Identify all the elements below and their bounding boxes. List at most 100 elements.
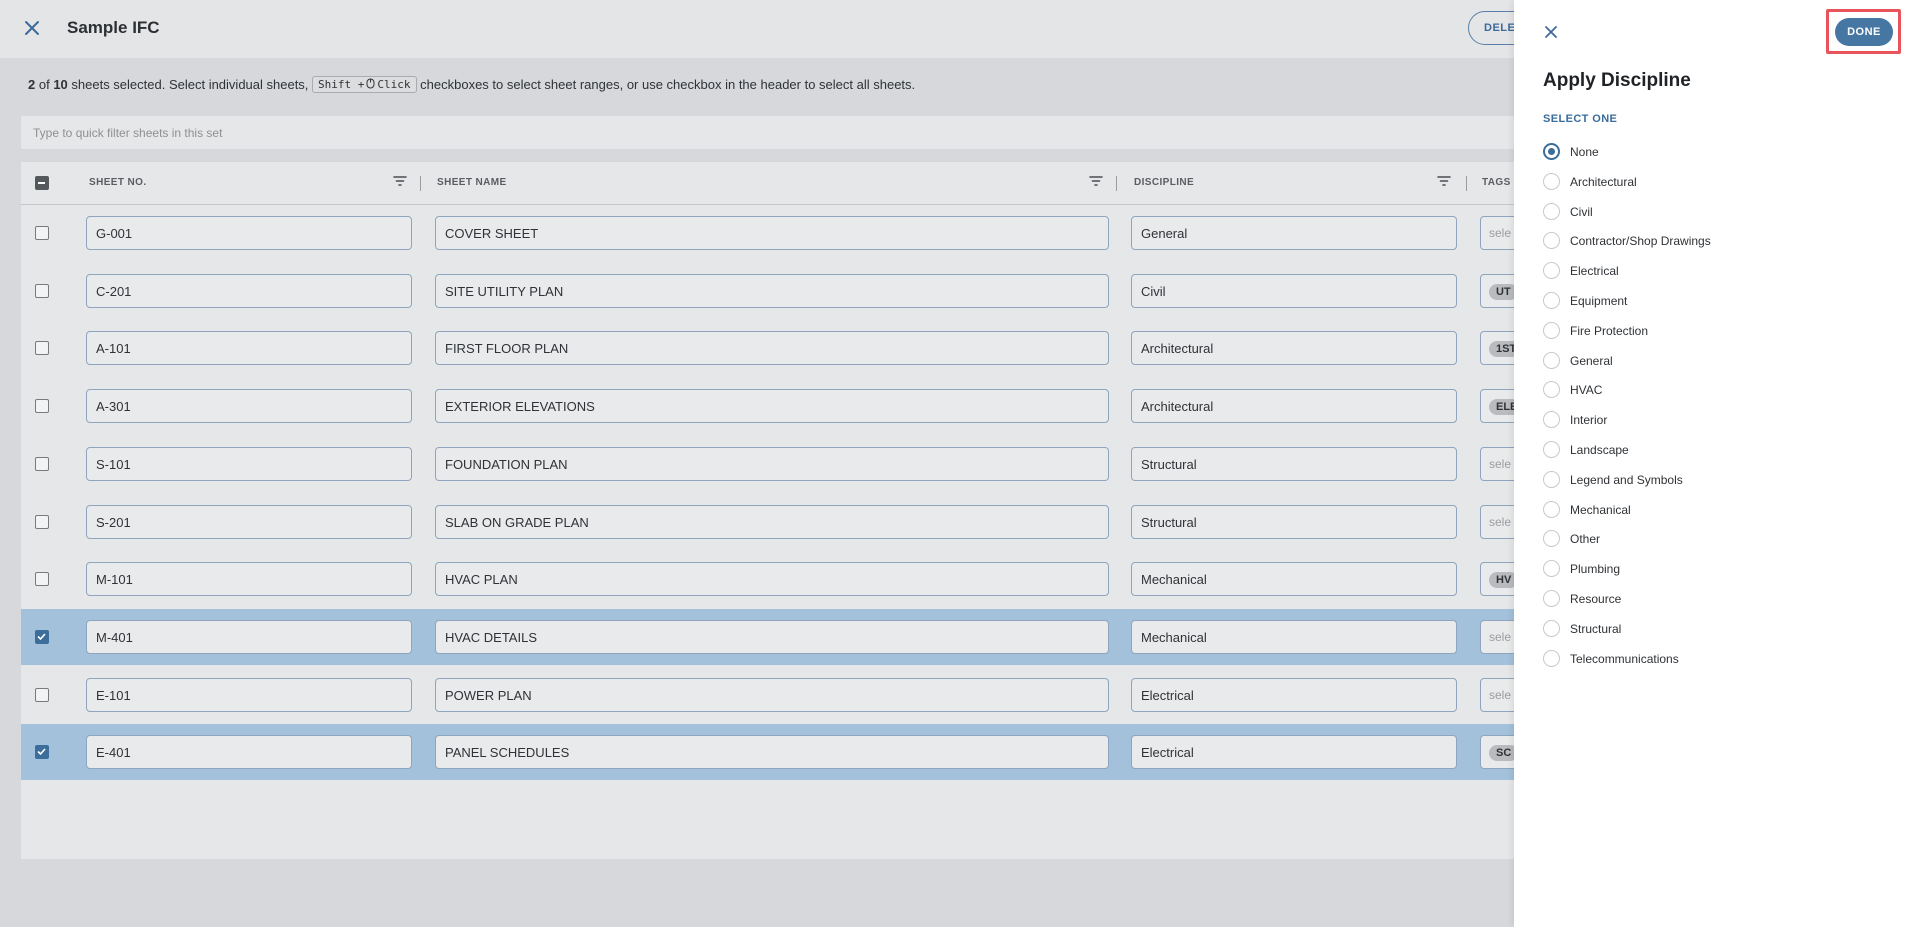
discipline-option[interactable]: Contractor/Shop Drawings xyxy=(1543,229,1903,259)
close-icon[interactable] xyxy=(22,18,42,38)
table-row[interactable]: M-401 HVAC DETAILS Mechanical sele xyxy=(21,608,1514,665)
column-separator[interactable] xyxy=(420,176,421,191)
discipline-option[interactable]: General xyxy=(1543,349,1903,379)
discipline-option[interactable]: Plumbing xyxy=(1543,557,1903,587)
sheet-no-field[interactable]: M-101 xyxy=(86,562,412,597)
tags-field[interactable]: SC xyxy=(1480,735,1514,770)
discipline-option[interactable]: Civil xyxy=(1543,200,1903,230)
radio-button[interactable] xyxy=(1543,411,1560,429)
column-header-discipline[interactable]: DISCIPLINE xyxy=(1134,177,1194,188)
table-row[interactable]: A-101 FIRST FLOOR PLAN Architectural 1ST xyxy=(21,320,1514,376)
discipline-option[interactable]: Electrical xyxy=(1543,259,1903,289)
tags-field[interactable]: sele xyxy=(1480,446,1514,481)
close-icon[interactable] xyxy=(1543,24,1559,40)
row-checkbox[interactable] xyxy=(35,283,49,298)
row-checkbox[interactable] xyxy=(35,226,49,240)
radio-button[interactable] xyxy=(1543,500,1560,518)
radio-button[interactable] xyxy=(1543,619,1560,637)
discipline-option[interactable]: None xyxy=(1543,140,1903,170)
delete-button[interactable]: DELETE xyxy=(1468,11,1514,45)
radio-button[interactable] xyxy=(1543,202,1560,220)
done-button[interactable]: DONE xyxy=(1835,18,1893,46)
discipline-field[interactable]: Mechanical xyxy=(1131,562,1457,597)
discipline-field[interactable]: Structural xyxy=(1131,504,1457,539)
tags-field[interactable]: sele xyxy=(1480,216,1514,250)
discipline-field[interactable]: Electrical xyxy=(1131,735,1457,770)
discipline-field[interactable]: Civil xyxy=(1131,273,1457,308)
radio-button[interactable] xyxy=(1543,321,1560,339)
discipline-field[interactable]: Electrical xyxy=(1131,677,1457,712)
row-checkbox[interactable] xyxy=(35,745,49,760)
column-separator[interactable] xyxy=(1116,176,1117,191)
column-header-tags[interactable]: TAGS xyxy=(1482,177,1511,188)
sheet-no-field[interactable]: E-401 xyxy=(86,735,412,770)
table-row[interactable]: C-201 SITE UTILITY PLAN Civil UT xyxy=(21,263,1514,319)
tags-field[interactable]: sele xyxy=(1480,677,1514,712)
discipline-option[interactable]: Other xyxy=(1543,527,1903,557)
discipline-option[interactable]: Fire Protection xyxy=(1543,319,1903,349)
sheet-name-field[interactable]: PANEL SCHEDULES xyxy=(435,735,1109,770)
sheet-name-field[interactable]: HVAC DETAILS xyxy=(435,619,1109,654)
radio-button[interactable] xyxy=(1543,172,1560,190)
row-checkbox[interactable] xyxy=(35,399,49,414)
radio-button[interactable] xyxy=(1543,381,1560,399)
sheet-no-field[interactable]: G-001 xyxy=(86,216,412,250)
column-header-sheet-no[interactable]: SHEET NO. xyxy=(89,177,147,188)
tags-field[interactable]: sele xyxy=(1480,504,1514,539)
table-row[interactable]: E-401 PANEL SCHEDULES Electrical SC xyxy=(21,724,1514,781)
sheet-no-field[interactable]: M-401 xyxy=(86,619,412,654)
discipline-field[interactable]: Architectural xyxy=(1131,331,1457,366)
radio-button[interactable] xyxy=(1543,440,1560,458)
radio-button[interactable] xyxy=(1543,470,1560,488)
discipline-option[interactable]: Architectural xyxy=(1543,170,1903,200)
discipline-option[interactable]: Telecommunications xyxy=(1543,647,1903,677)
discipline-field[interactable]: General xyxy=(1131,216,1457,250)
filter-icon[interactable] xyxy=(1088,174,1104,188)
sheet-name-field[interactable]: SLAB ON GRADE PLAN xyxy=(435,504,1109,539)
discipline-option[interactable]: Structural xyxy=(1543,617,1903,647)
table-row[interactable]: E-101 POWER PLAN Electrical sele xyxy=(21,667,1514,723)
sheet-name-field[interactable]: EXTERIOR ELEVATIONS xyxy=(435,389,1109,424)
discipline-field[interactable]: Architectural xyxy=(1131,389,1457,424)
filter-icon[interactable] xyxy=(392,174,408,188)
sheet-name-field[interactable]: HVAC PLAN xyxy=(435,562,1109,597)
discipline-option[interactable]: Legend and Symbols xyxy=(1543,468,1903,498)
radio-button[interactable] xyxy=(1543,143,1560,160)
radio-button[interactable] xyxy=(1543,232,1560,250)
column-separator[interactable] xyxy=(1466,176,1467,191)
sheet-name-field[interactable]: COVER SHEET xyxy=(435,216,1109,250)
discipline-option[interactable]: Resource xyxy=(1543,587,1903,617)
sheet-name-field[interactable]: FOUNDATION PLAN xyxy=(435,446,1109,481)
sheet-no-field[interactable]: S-101 xyxy=(86,446,412,481)
radio-button[interactable] xyxy=(1543,649,1560,667)
row-checkbox[interactable] xyxy=(35,572,49,587)
discipline-option[interactable]: Mechanical xyxy=(1543,498,1903,528)
quick-filter-input[interactable] xyxy=(21,116,621,150)
table-row[interactable]: S-101 FOUNDATION PLAN Structural sele xyxy=(21,436,1514,492)
sheet-name-field[interactable]: FIRST FLOOR PLAN xyxy=(435,331,1109,366)
column-header-sheet-name[interactable]: SHEET NAME xyxy=(437,177,507,188)
sheet-no-field[interactable]: E-101 xyxy=(86,677,412,712)
discipline-field[interactable]: Mechanical xyxy=(1131,619,1457,654)
row-checkbox[interactable] xyxy=(35,514,49,529)
sheet-no-field[interactable]: S-201 xyxy=(86,504,412,539)
row-checkbox[interactable] xyxy=(35,629,49,644)
radio-button[interactable] xyxy=(1543,560,1560,578)
table-row[interactable]: G-001 COVER SHEET General sele xyxy=(21,205,1514,261)
discipline-field[interactable]: Structural xyxy=(1131,446,1457,481)
tags-field[interactable]: 1ST xyxy=(1480,331,1514,366)
table-row[interactable]: M-101 HVAC PLAN Mechanical HV xyxy=(21,551,1514,607)
sheet-name-field[interactable]: POWER PLAN xyxy=(435,677,1109,712)
table-row[interactable]: S-201 SLAB ON GRADE PLAN Structural sele xyxy=(21,494,1514,550)
radio-button[interactable] xyxy=(1543,530,1560,548)
discipline-option[interactable]: Equipment xyxy=(1543,289,1903,319)
radio-button[interactable] xyxy=(1543,589,1560,607)
filter-icon[interactable] xyxy=(1436,174,1452,188)
tags-field[interactable]: UT xyxy=(1480,273,1514,308)
tags-field[interactable]: ELE xyxy=(1480,389,1514,424)
sheet-name-field[interactable]: SITE UTILITY PLAN xyxy=(435,273,1109,308)
select-all-checkbox[interactable] xyxy=(35,176,49,190)
row-checkbox[interactable] xyxy=(35,687,49,702)
table-row[interactable]: A-301 EXTERIOR ELEVATIONS Architectural ELE xyxy=(21,378,1514,434)
discipline-option[interactable]: Landscape xyxy=(1543,438,1903,468)
